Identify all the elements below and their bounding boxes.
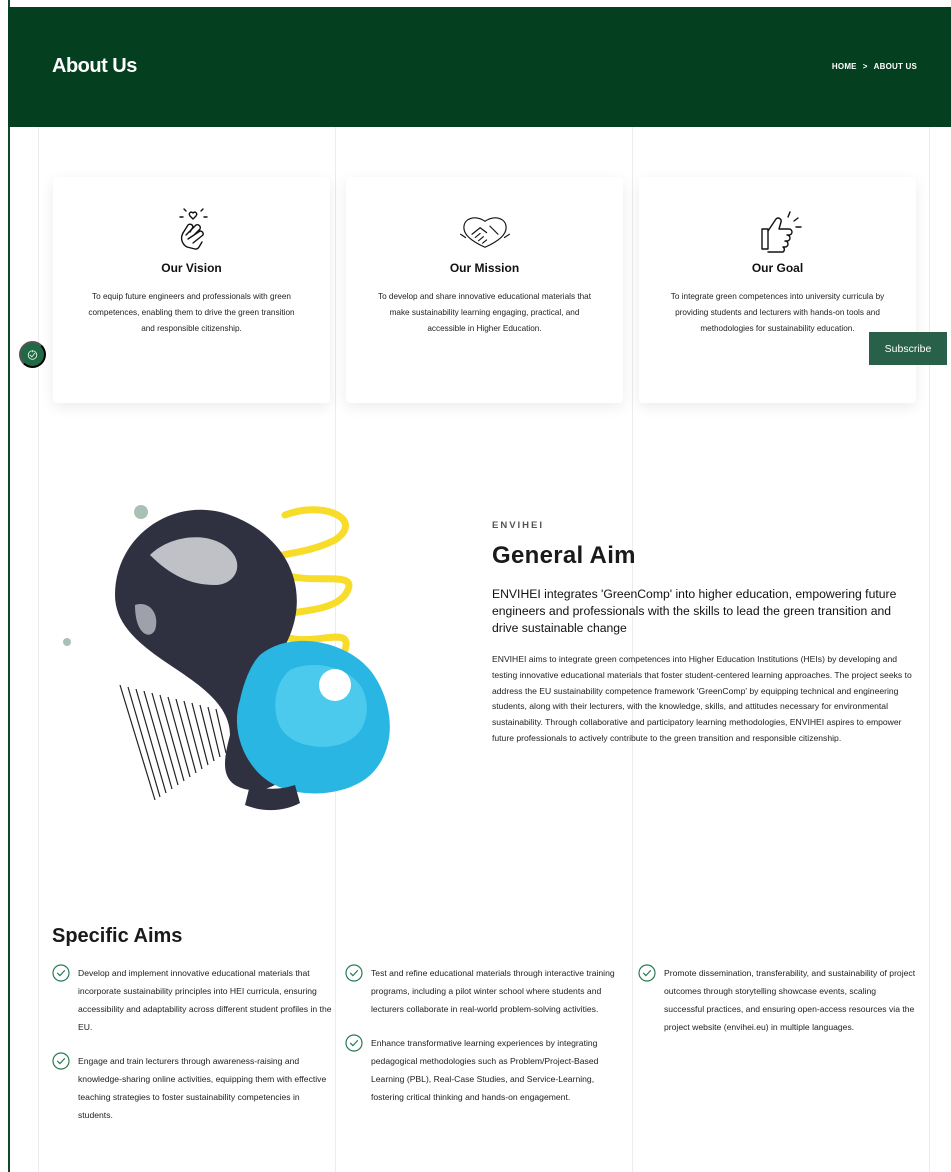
grid-line <box>632 127 633 1172</box>
left-edge-bar <box>0 0 10 1172</box>
list-item: Develop and implement innovative educati… <box>52 964 332 1036</box>
handshake-icon <box>459 217 510 248</box>
subscribe-button[interactable]: Subscribe <box>869 332 947 365</box>
page-title: About Us <box>52 55 137 77</box>
specific-aims-column: Test and refine educational materials th… <box>345 964 625 1122</box>
grid-line <box>929 127 930 1172</box>
list-item: Promote dissemination, transferability, … <box>638 964 918 1036</box>
check-circle-icon <box>345 1034 363 1052</box>
card-text: To develop and share innovative educatio… <box>377 292 591 333</box>
accessibility-button[interactable] <box>19 341 46 368</box>
goal-card: Our Goal To integrate green competences … <box>639 177 916 403</box>
vision-card: Our Vision To equip future engineers and… <box>53 177 330 403</box>
list-item-text: Enhance transformative learning experien… <box>371 1038 599 1102</box>
general-aim-title: General Aim <box>492 542 636 569</box>
list-item: Engage and train lecturers through aware… <box>52 1052 332 1124</box>
breadcrumb-current: ABOUT US <box>873 62 917 71</box>
lightbulb-collage-illustration <box>63 505 390 811</box>
hand-heart-icon <box>178 208 208 250</box>
list-item: Test and refine educational materials th… <box>345 964 625 1018</box>
breadcrumb-home-link[interactable]: HOME <box>832 62 857 71</box>
card-text: To integrate green competences into univ… <box>670 292 885 333</box>
list-item-text: Test and refine educational materials th… <box>371 968 615 1014</box>
card-title: Our Vision <box>161 261 222 275</box>
list-item-text: Promote dissemination, transferability, … <box>664 968 916 1032</box>
page-header: About Us HOME > ABOUT US <box>8 7 951 127</box>
accessibility-icon <box>27 349 38 360</box>
card-title: Our Mission <box>449 261 520 275</box>
section-eyebrow: ENVIHEI <box>492 520 545 531</box>
breadcrumb-separator: > <box>862 62 868 71</box>
list-item-text: Engage and train lecturers through aware… <box>78 1056 327 1120</box>
mission-card: Our Mission To develop and share innovat… <box>346 177 623 403</box>
check-circle-icon <box>52 1052 70 1070</box>
card-title: Our Goal <box>751 261 804 275</box>
list-item-text: Develop and implement innovative educati… <box>78 968 332 1032</box>
check-circle-icon <box>345 964 363 982</box>
general-aim-body: ENVIHEI aims to integrate green competen… <box>492 654 912 743</box>
general-aim-lead: ENVIHEI integrates 'GreenComp' into high… <box>492 587 897 635</box>
specific-aims-title: Specific Aims <box>52 925 183 947</box>
list-item: Enhance transformative learning experien… <box>345 1034 625 1106</box>
check-circle-icon <box>638 964 656 982</box>
thumbs-up-icon <box>760 211 802 253</box>
check-circle-icon <box>52 964 70 982</box>
breadcrumb: HOME > ABOUT US <box>832 62 917 71</box>
specific-aims-column: Develop and implement innovative educati… <box>52 964 332 1140</box>
specific-aims-column: Promote dissemination, transferability, … <box>638 964 918 1052</box>
card-text: To equip future engineers and profession… <box>88 292 295 333</box>
grid-line <box>38 127 39 1172</box>
